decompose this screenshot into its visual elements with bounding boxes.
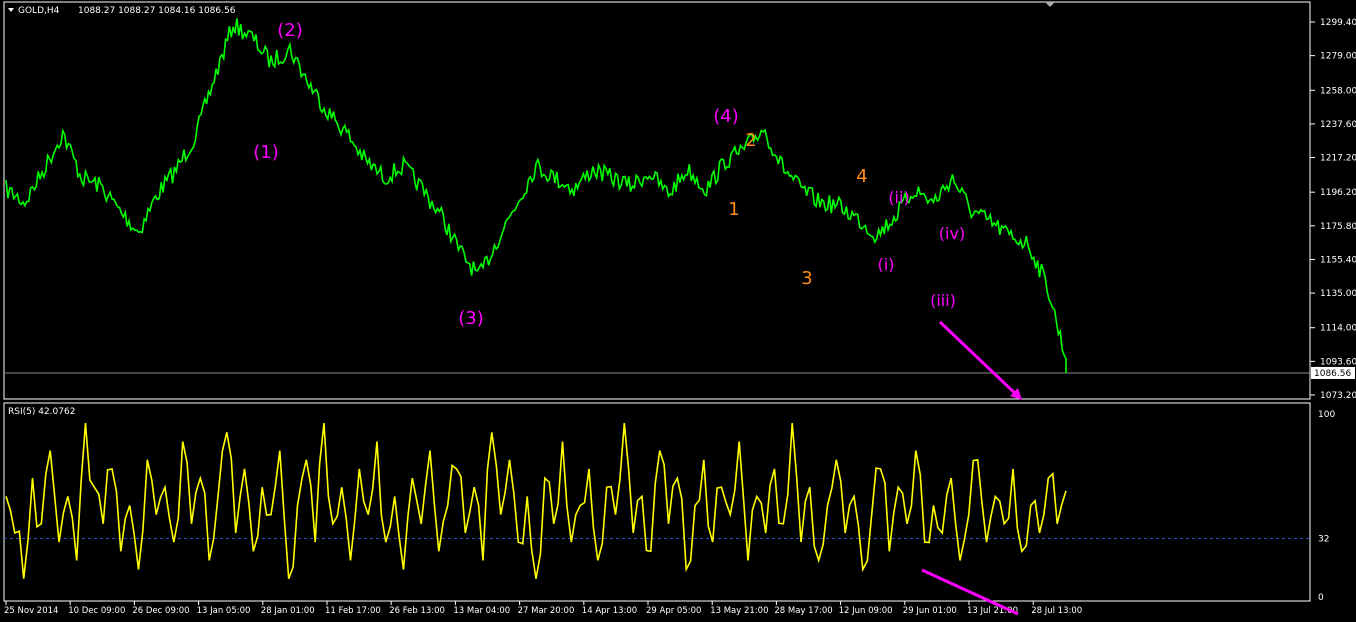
price-panel[interactable] [3,1,1311,400]
wave-label: (3) [458,308,484,329]
rsi-panel[interactable] [3,402,1311,602]
price-tick-label: 1258.00 [1320,86,1356,96]
wave-label: 1 [728,199,739,220]
chart-window[interactable]: GOLD,H4 1088.27 1088.27 1084.16 1086.56 … [0,0,1356,618]
symbol-label: GOLD,H4 [18,6,60,16]
wave-label: (i) [878,255,895,274]
time-tick-label: 12 Jun 09:00 [839,606,893,616]
price-tick-label: 1196.20 [1320,188,1356,198]
price-tick-label: 1279.00 [1320,52,1356,62]
current-price-label: 1086.56 [1314,369,1351,379]
time-tick-label: 13 Jan 05:00 [197,606,251,616]
time-tick-label: 25 Nov 2014 [4,606,58,616]
wave-label: (4) [713,106,739,127]
time-tick-label: 10 Dec 09:00 [68,606,125,616]
time-tick-label: 29 Jun 01:00 [903,606,957,616]
rsi-tick-label: 32 [1318,534,1329,544]
price-tick-label: 1073.20 [1320,391,1356,401]
wave-label: 4 [856,166,867,187]
time-tick-label: 14 Apr 13:00 [582,606,637,616]
wave-label: (2) [277,20,303,41]
wave-label: (ii) [888,188,909,207]
wave-label: (iii) [930,291,956,310]
ohlc-label: 1088.27 1088.27 1084.16 1086.56 [78,6,236,16]
rsi-axis: 100 32 0 [1318,410,1335,603]
time-tick-label: 26 Dec 09:00 [132,606,189,616]
price-tick-label: 1299.40 [1320,18,1356,28]
price-tick-label: 1237.60 [1320,120,1356,130]
price-axis: 1299.40 1279.00 1258.00 1237.60 1217.20 1196.… [1310,18,1356,401]
wave-label: 2 [745,130,756,151]
wave-label: 3 [801,268,812,289]
rsi-tick-label: 100 [1318,410,1335,420]
price-tick-label: 1155.40 [1320,255,1356,265]
time-tick-label: 13 Mar 04:00 [453,606,510,616]
rsi-label: RSI(5) 42.0762 [8,407,75,417]
price-tick-label: 1135.00 [1320,289,1356,299]
time-tick-label: 26 Feb 13:00 [389,606,445,616]
time-axis: 25 Nov 2014 10 Dec 09:00 26 Dec 09:00 13 Ja… [4,601,1082,616]
time-tick-label: 28 Jan 01:00 [261,606,315,616]
wave-label: (iv) [939,224,965,243]
wave-label: (1) [253,142,279,163]
time-tick-label: 28 Jul 13:00 [1031,606,1082,616]
price-tick-label: 1114.00 [1320,324,1356,334]
price-tick-label: 1093.60 [1320,357,1356,367]
time-tick-label: 11 Feb 17:00 [325,606,381,616]
time-tick-label: 27 Mar 20:00 [518,606,575,616]
price-tick-label: 1175.80 [1320,222,1356,232]
price-tick-label: 1217.20 [1320,154,1356,164]
chart-svg[interactable]: GOLD,H4 1088.27 1088.27 1084.16 1086.56 … [0,0,1356,618]
rsi-tick-label: 0 [1318,593,1324,603]
time-tick-label: 29 Apr 05:00 [646,606,701,616]
time-tick-label: 13 May 21:00 [710,606,768,616]
time-tick-label: 28 May 17:00 [774,606,832,616]
